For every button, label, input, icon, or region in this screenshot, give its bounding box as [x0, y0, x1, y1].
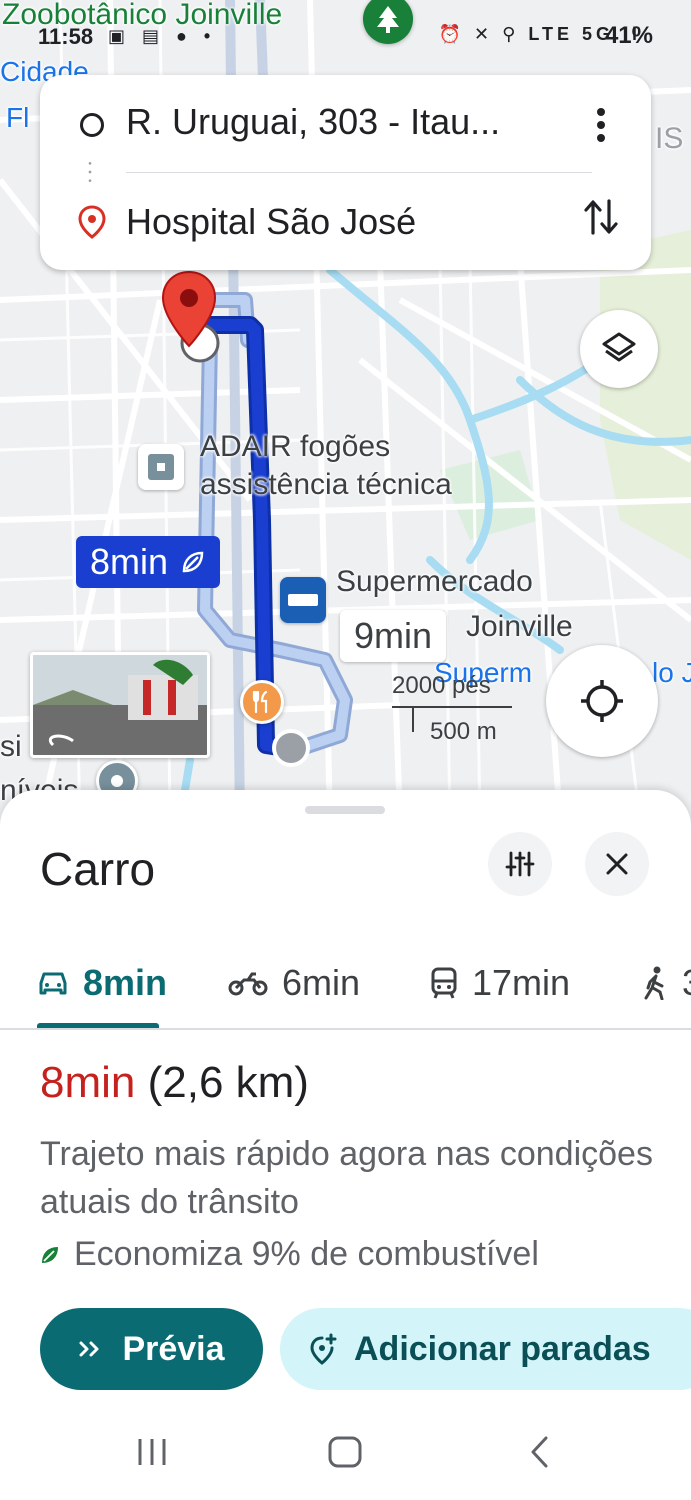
swap-vert-icon [584, 199, 618, 235]
layers-icon [602, 332, 636, 362]
tab-walk[interactable]: 3 [642, 948, 691, 1018]
scale-feet: 2000 pés [392, 672, 491, 699]
back-button[interactable] [510, 1430, 570, 1474]
supermarket-marker[interactable] [280, 577, 326, 623]
origin-text[interactable]: R. Uruguai, 303 - Itau... [126, 101, 500, 143]
directions-bottom-sheet: Carro 8min 6min 17min 8min (2,6 km) Traj… [0, 790, 691, 1500]
status-bar: 11:58 ▣ ▤ ● • ⏰ ✕ ⚲ LTE 5G ıl 41% [0, 0, 691, 70]
add-stops-button-label: Adicionar paradas [354, 1329, 651, 1368]
system-navigation-bar [0, 1400, 691, 1500]
scale-tick [412, 706, 414, 732]
route-duration: 8min [40, 1058, 136, 1107]
map-scale: 2000 pés 500 m [392, 672, 512, 745]
tab-car-label: 8min [83, 962, 168, 1003]
battery-level: 41% [604, 22, 653, 49]
card-divider [126, 172, 592, 173]
fl-label: Fl [6, 102, 30, 133]
tab-car[interactable]: 8min [37, 948, 167, 1018]
destination-pin-icon[interactable] [160, 270, 218, 348]
supermarket-label-line2[interactable]: Joinville [466, 608, 573, 646]
transit-icon [431, 967, 457, 999]
poi-adair-marker[interactable] [138, 444, 184, 490]
store-icon [148, 454, 174, 480]
origin-circle-icon [80, 113, 104, 137]
left-edge-label-si: si [0, 730, 22, 763]
supermarket-label-line1[interactable]: Supermercado [336, 563, 533, 601]
preview-button[interactable]: Prévia [40, 1308, 263, 1390]
right-edge-label: IS [655, 122, 684, 155]
home-icon [328, 1436, 362, 1468]
home-button[interactable] [315, 1430, 375, 1474]
tab-motorcycle-label: 6min [282, 962, 361, 1003]
travel-mode-tabs: 8min 6min 17min 3 [0, 940, 691, 1030]
more-vert-icon [597, 108, 605, 142]
poi-adair-line1: ADAIR fogões [200, 430, 391, 463]
layers-button[interactable] [580, 310, 658, 388]
tab-walk-label: 3 [682, 962, 691, 1004]
preview-button-label: Prévia [122, 1329, 225, 1368]
directions-card: R. Uruguai, 303 - Itau... Hospital São J… [40, 75, 651, 270]
more-options-button[interactable] [581, 105, 621, 145]
supermarket-logo-icon [288, 594, 318, 606]
my-location-button[interactable] [546, 645, 658, 757]
supermarket-blue-label-tail: lo J [652, 657, 691, 688]
double-chevron-icon [79, 1341, 99, 1357]
poi-adair-name[interactable]: ADAIR fogões assistência técnica [200, 428, 452, 503]
eco-leaf-icon [42, 1246, 58, 1263]
route-alt-duration: 9min [354, 615, 433, 656]
origin-row[interactable]: R. Uruguai, 303 - Itau... [40, 75, 651, 165]
motorcycle-icon [228, 972, 268, 996]
tab-transit-label: 17min [472, 962, 571, 1003]
tab-motorcycle[interactable]: 6min [228, 948, 360, 1018]
back-chevron-icon [531, 1436, 548, 1468]
route-distance: (2,6 km) [147, 1058, 309, 1107]
sheet-drag-handle[interactable] [305, 806, 385, 814]
route-primary-label[interactable]: 8min [76, 536, 221, 588]
add-stops-button[interactable]: Adicionar paradas [280, 1308, 691, 1390]
active-tab-indicator [37, 1023, 159, 1028]
route-description: Trajeto mais rápido agora nas condições … [40, 1135, 653, 1222]
swap-directions-button[interactable] [579, 195, 623, 239]
poi-adair-line2: assistência técnica [200, 467, 452, 501]
mode-title: Carro [40, 843, 156, 895]
destination-text[interactable]: Hospital São José [126, 201, 416, 243]
destination-pin-outline-icon [78, 205, 106, 239]
tab-transit[interactable]: 17min [430, 948, 570, 1018]
crosshair-icon [581, 680, 623, 722]
destination-row[interactable]: Hospital São José [40, 175, 651, 265]
close-button[interactable] [585, 832, 649, 896]
route-options-button[interactable] [488, 832, 552, 896]
restaurant-icon[interactable] [240, 680, 284, 724]
car-icon [39, 972, 67, 995]
tune-icon [505, 851, 535, 877]
eco-leaf-icon [182, 551, 204, 573]
route-primary-duration: 8min [90, 541, 169, 582]
map-view[interactable]: Zoobotânico Joinville Cidade Fl IS ADAIR… [0, 0, 691, 820]
scale-bar [392, 706, 512, 708]
walk-icon [644, 966, 664, 1000]
route-summary: 8min (2,6 km) [40, 1058, 309, 1108]
add-location-icon [310, 1333, 337, 1365]
close-icon [606, 853, 628, 875]
fuel-savings: Economiza 9% de combustível [40, 1235, 539, 1274]
recent-apps-icon [138, 1439, 166, 1465]
scale-meters: 500 m [430, 718, 497, 745]
street-view-thumbnail[interactable] [30, 652, 210, 758]
route-alt-label[interactable]: 9min [340, 610, 447, 662]
status-time: 11:58 [38, 24, 94, 49]
recent-apps-button[interactable] [122, 1430, 182, 1474]
fuel-savings-text: Economiza 9% de combustível [74, 1235, 539, 1273]
notification-icons: ▣ ▤ ● • [108, 26, 217, 46]
